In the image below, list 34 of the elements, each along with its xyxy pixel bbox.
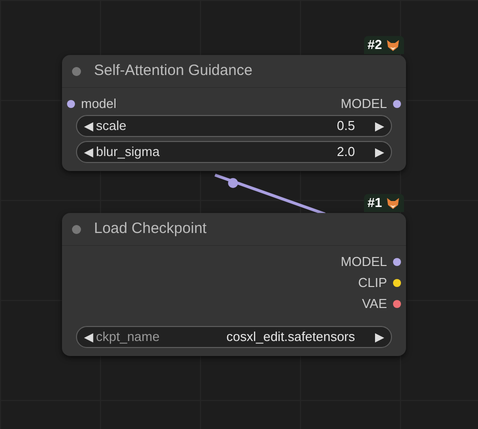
widget-label: blur_sigma [96,143,160,162]
link-wire[interactable] [214,174,326,216]
increment-arrow[interactable]: ▶ [375,328,384,346]
output-slot[interactable] [393,300,401,308]
decrement-arrow[interactable]: ◀ [84,143,93,161]
node-card[interactable]: Self-Attention Guidance model MODEL ◀ scale 0.5 ▶ ◀ blur_sigma 2.0 ▶ [62,55,406,171]
increment-arrow[interactable]: ▶ [375,117,384,135]
fox-icon [386,38,400,52]
widget-field[interactable]: ◀ blur_sigma 2.0 ▶ [76,141,392,163]
output-label: CLIP [358,274,387,292]
widget-label: scale [96,117,126,136]
widget-label: ckpt_name [96,328,160,346]
output-slot[interactable] [393,258,401,266]
output-label: MODEL [340,252,387,271]
widget-value: 0.5 [336,117,355,136]
output-slot[interactable] [393,100,401,108]
input-label: model [81,94,116,113]
fox-icon [386,196,400,210]
increment-arrow[interactable]: ▶ [375,143,384,161]
node-number: #2 [368,36,382,54]
decrement-arrow[interactable]: ◀ [84,328,93,346]
node-title: Self-Attention Guidance [94,60,252,81]
input-slot[interactable] [67,100,75,108]
widget-field[interactable]: ◀ ckpt_name cosxl_edit.safetensors ▶ [76,326,392,348]
node-number: #1 [368,194,382,212]
widget-value: 2.0 [336,143,355,162]
decrement-arrow[interactable]: ◀ [84,117,93,135]
widget-field[interactable]: ◀ scale 0.5 ▶ [76,115,392,137]
node-card[interactable]: Load Checkpoint MODEL CLIP VAE ◀ ckpt_name cosxl_edit.safetensors ▶ [62,213,406,356]
output-label: MODEL [340,94,387,113]
node-title: Load Checkpoint [94,218,207,239]
widget-value: cosxl_edit.safetensors [226,328,355,346]
output-label: VAE [362,294,387,313]
output-slot[interactable] [393,278,401,286]
